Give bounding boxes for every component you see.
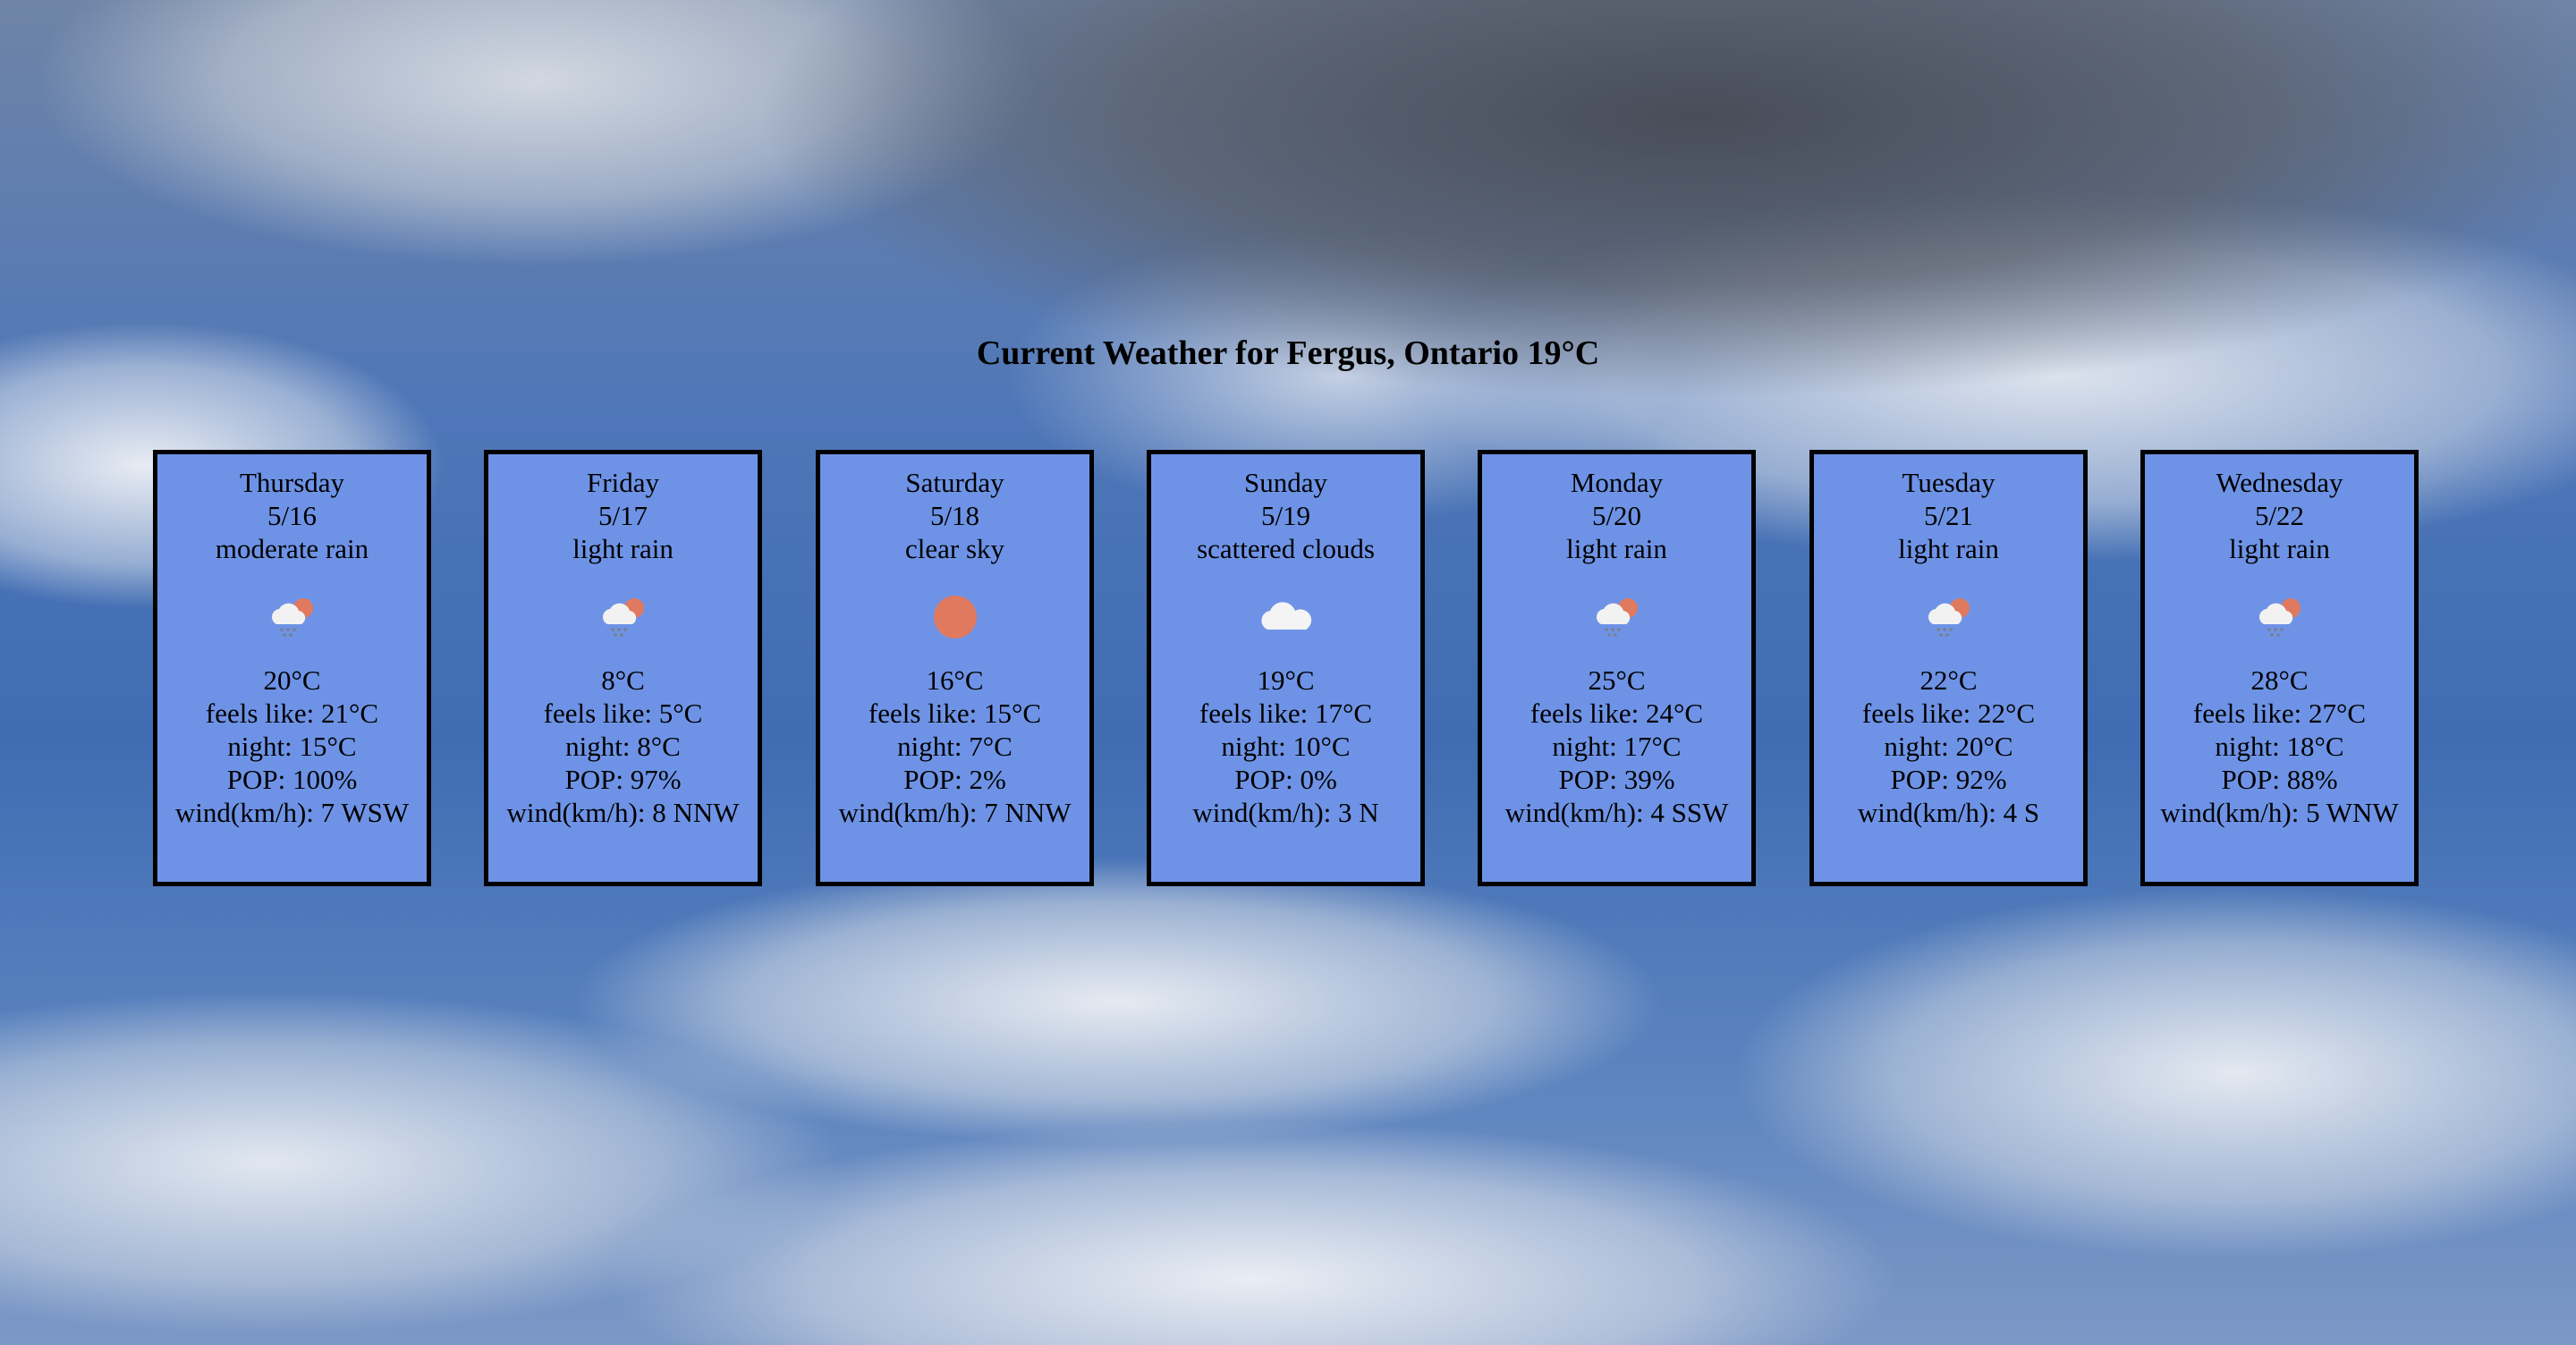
night-temperature: night: 7°C bbox=[897, 731, 1013, 762]
wind: wind(km/h): 4 SSW bbox=[1504, 797, 1729, 828]
feels-like: feels like: 27°C bbox=[2192, 698, 2367, 729]
feels-like: feels like: 24°C bbox=[1530, 698, 1704, 729]
pop: POP: 0% bbox=[1234, 764, 1337, 795]
feels-like: feels like: 21°C bbox=[205, 698, 379, 729]
feels-like: feels like: 15°C bbox=[868, 698, 1042, 729]
temperature: 8°C bbox=[601, 664, 645, 696]
day-name: Thursday bbox=[239, 467, 345, 498]
day-date: 5/20 bbox=[1591, 500, 1642, 531]
temperature: 20°C bbox=[263, 664, 321, 696]
forecast-card-tuesday: Tuesday 5/21 light rain 22°C feels like:… bbox=[1809, 450, 2088, 886]
night-temperature: night: 18°C bbox=[2215, 731, 2344, 762]
forecast-card-monday: Monday 5/20 light rain 25°C feels like: … bbox=[1478, 450, 1756, 886]
weather-description: scattered clouds bbox=[1197, 533, 1375, 564]
night-temperature: night: 15°C bbox=[227, 731, 357, 762]
day-date: 5/19 bbox=[1260, 500, 1311, 531]
pop: POP: 2% bbox=[903, 764, 1006, 795]
day-name: Tuesday bbox=[1902, 467, 1996, 498]
weather-description: light rain bbox=[1566, 533, 1667, 564]
day-date: 5/17 bbox=[597, 500, 648, 531]
wind: wind(km/h): 3 N bbox=[1192, 797, 1379, 828]
rain-cloud-sun-icon bbox=[157, 574, 427, 660]
weather-description: clear sky bbox=[904, 533, 1005, 564]
night-temperature: night: 17°C bbox=[1552, 731, 1682, 762]
day-date: 5/22 bbox=[2254, 500, 2305, 531]
temperature: 22°C bbox=[1919, 664, 1978, 696]
cloud-icon bbox=[1151, 574, 1420, 660]
weather-description: light rain bbox=[1898, 533, 1999, 564]
feels-like: feels like: 22°C bbox=[1861, 698, 2036, 729]
forecast-card-wednesday: Wednesday 5/22 light rain 28°C feels lik… bbox=[2140, 450, 2419, 886]
day-date: 5/18 bbox=[929, 500, 980, 531]
night-temperature: night: 20°C bbox=[1884, 731, 2013, 762]
weather-description: moderate rain bbox=[215, 533, 369, 564]
wind: wind(km/h): 7 WSW bbox=[174, 797, 410, 828]
forecast-card-friday: Friday 5/17 light rain 8°C feels like: 5… bbox=[484, 450, 762, 886]
forecast-card-saturday: Saturday 5/18 clear sky 16°C feels like:… bbox=[816, 450, 1094, 886]
feels-like: feels like: 5°C bbox=[543, 698, 703, 729]
forecast-card-sunday: Sunday 5/19 scattered clouds 19°C feels … bbox=[1147, 450, 1425, 886]
pop: POP: 97% bbox=[564, 764, 682, 795]
temperature: 16°C bbox=[926, 664, 984, 696]
pop: POP: 39% bbox=[1558, 764, 1675, 795]
page-title: Current Weather for Fergus, Ontario 19°C bbox=[976, 334, 1600, 372]
pop: POP: 88% bbox=[2221, 764, 2338, 795]
pop: POP: 100% bbox=[226, 764, 358, 795]
day-name: Monday bbox=[1570, 467, 1664, 498]
day-name: Friday bbox=[587, 467, 659, 498]
wind: wind(km/h): 5 WNW bbox=[2160, 797, 2399, 828]
night-temperature: night: 10°C bbox=[1221, 731, 1351, 762]
rain-cloud-sun-icon bbox=[1814, 574, 2083, 660]
rain-cloud-sun-icon bbox=[1482, 574, 1751, 660]
weather-description: light rain bbox=[2229, 533, 2330, 564]
wind: wind(km/h): 7 NNW bbox=[838, 797, 1072, 828]
day-date: 5/16 bbox=[267, 500, 318, 531]
night-temperature: night: 8°C bbox=[565, 731, 681, 762]
day-name: Saturday bbox=[905, 467, 1004, 498]
feels-like: feels like: 17°C bbox=[1199, 698, 1373, 729]
temperature: 28°C bbox=[2250, 664, 2309, 696]
temperature: 25°C bbox=[1588, 664, 1646, 696]
day-date: 5/21 bbox=[1923, 500, 1974, 531]
day-name: Wednesday bbox=[2216, 467, 2343, 498]
pop: POP: 92% bbox=[1890, 764, 2007, 795]
wind: wind(km/h): 4 S bbox=[1857, 797, 2040, 828]
forecast-card-thursday: Thursday 5/16 moderate rain 20°C feels l… bbox=[153, 450, 431, 886]
weather-description: light rain bbox=[572, 533, 674, 564]
sun-icon bbox=[820, 574, 1089, 660]
day-name: Sunday bbox=[1244, 467, 1327, 498]
rain-cloud-sun-icon bbox=[488, 574, 758, 660]
wind: wind(km/h): 8 NNW bbox=[506, 797, 740, 828]
rain-cloud-sun-icon bbox=[2145, 574, 2414, 660]
temperature: 19°C bbox=[1257, 664, 1315, 696]
